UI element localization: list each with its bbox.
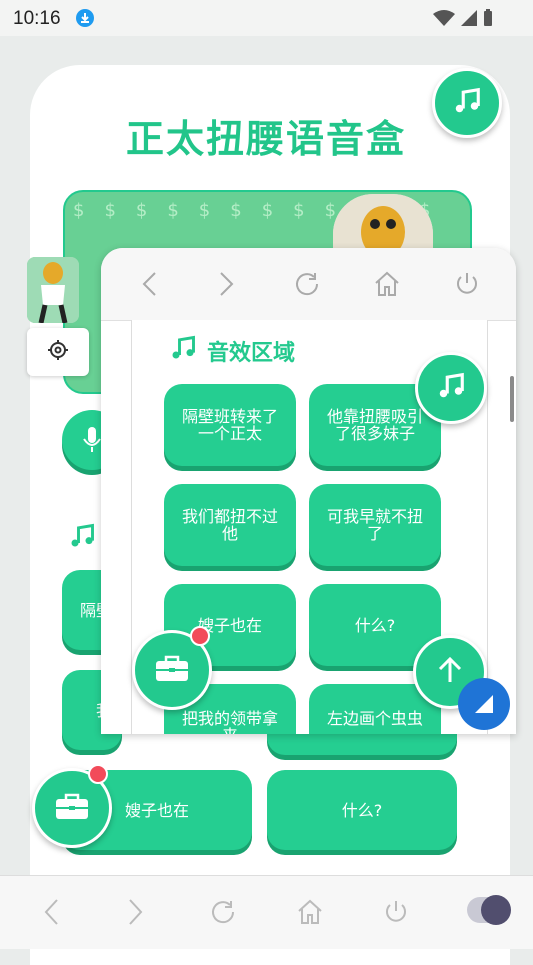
sound-button[interactable]: 可我早就不扭了 bbox=[309, 484, 441, 566]
music-fab[interactable] bbox=[415, 352, 487, 424]
forward-icon[interactable] bbox=[120, 896, 152, 928]
music-note-icon bbox=[68, 522, 96, 554]
gear-icon bbox=[46, 338, 70, 366]
back-icon[interactable] bbox=[35, 896, 67, 928]
toolbox-icon bbox=[155, 654, 189, 686]
wifi-icon bbox=[433, 10, 455, 30]
home-icon[interactable] bbox=[373, 270, 401, 298]
sound-button[interactable]: 我们都扭不过他 bbox=[164, 484, 296, 566]
microphone-icon bbox=[82, 425, 102, 456]
floating-thumbnail[interactable] bbox=[27, 257, 79, 323]
forward-icon[interactable] bbox=[213, 270, 241, 298]
music-note-icon bbox=[452, 86, 482, 120]
status-bar: 10:16 bbox=[0, 0, 533, 36]
bg-sound-button[interactable]: 什么? bbox=[267, 770, 457, 850]
back-icon[interactable] bbox=[135, 270, 163, 298]
expand-corner-button[interactable] bbox=[458, 678, 510, 730]
window-toolbar bbox=[101, 248, 516, 321]
power-icon[interactable] bbox=[380, 896, 412, 928]
toggle-knob bbox=[481, 895, 511, 925]
music-note-icon bbox=[436, 371, 466, 405]
notification-badge bbox=[88, 764, 108, 784]
arrow-up-icon bbox=[437, 656, 463, 688]
sound-button[interactable]: 隔壁班转来了一个正太 bbox=[164, 384, 296, 466]
mode-toggle[interactable] bbox=[467, 895, 511, 925]
settings-button[interactable] bbox=[27, 328, 89, 376]
reload-icon[interactable] bbox=[207, 896, 239, 928]
signal-icon bbox=[461, 10, 477, 30]
status-time: 10:16 bbox=[13, 8, 61, 29]
music-fab[interactable] bbox=[432, 68, 502, 138]
music-note-icon bbox=[169, 334, 197, 368]
toolbox-icon bbox=[55, 792, 89, 824]
bottom-navbar bbox=[0, 875, 533, 949]
battery-icon bbox=[483, 9, 493, 31]
notification-badge bbox=[190, 626, 210, 646]
scrollbar[interactable] bbox=[510, 376, 514, 422]
section-title: 音效区域 bbox=[169, 334, 295, 368]
reload-icon[interactable] bbox=[293, 270, 321, 298]
app-title: 正太扭腰语音盒 bbox=[125, 117, 406, 161]
home-icon[interactable] bbox=[294, 896, 326, 928]
download-icon bbox=[76, 9, 94, 27]
power-icon[interactable] bbox=[453, 270, 481, 298]
